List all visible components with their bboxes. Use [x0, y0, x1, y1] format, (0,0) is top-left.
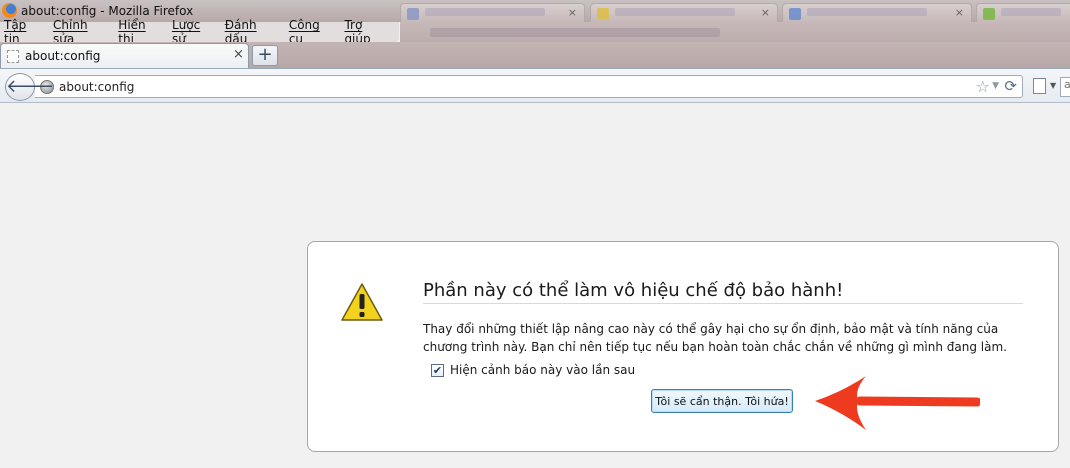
tab-about-config[interactable]: about:config ×	[0, 43, 249, 68]
tab-label-blurred	[1001, 8, 1061, 16]
blurred-text	[430, 28, 720, 37]
background-tab[interactable]: ×	[590, 3, 778, 23]
search-input[interactable]: a	[1060, 77, 1070, 97]
back-arrow-icon: 🡐	[6, 76, 55, 97]
url-text[interactable]: about:config	[59, 80, 134, 94]
confirm-careful-button[interactable]: Tôi sẽ cẩn thận. Tôi hứa!	[651, 389, 793, 413]
close-icon[interactable]: ×	[568, 6, 577, 19]
tab-favicon-icon	[789, 8, 801, 20]
tab-label-blurred	[425, 8, 545, 16]
page-menu-icon[interactable]	[1033, 78, 1046, 94]
background-window-content	[400, 22, 1070, 42]
new-tab-button[interactable]: +	[252, 45, 278, 66]
back-button[interactable]: 🡐	[5, 73, 54, 101]
tab-label-blurred	[807, 8, 927, 16]
menu-bar: Tập tin Chỉnh sửa Hiển thị Lược sử Đánh …	[0, 18, 399, 46]
warning-icon	[341, 283, 383, 321]
tab-favicon-icon	[983, 8, 995, 20]
divider	[423, 303, 1023, 304]
annotation-arrow-icon	[815, 376, 980, 430]
chevron-down-icon[interactable]: ▼	[1050, 81, 1056, 90]
tab-favicon-icon	[407, 8, 419, 20]
window-title: about:config - Mozilla Firefox	[21, 4, 194, 18]
tab-label-blurred	[615, 8, 735, 16]
background-tab[interactable]: ×	[782, 3, 972, 23]
warning-title: Phần này có thể làm vô hiệu chế độ bảo h…	[423, 280, 844, 301]
warning-description: Thay đổi những thiết lập nâng cao này có…	[423, 322, 1007, 354]
tab-label: about:config	[25, 49, 101, 63]
background-tab[interactable]: ×	[400, 3, 585, 23]
tab-favicon-icon	[597, 8, 609, 20]
blank-page-icon	[7, 50, 19, 63]
url-bar[interactable]: about:config ☆ ▼ ⟳	[35, 75, 1023, 98]
close-icon[interactable]: ×	[761, 6, 770, 19]
background-tab[interactable]	[976, 3, 1070, 23]
firefox-logo-icon	[2, 3, 17, 18]
show-warning-label[interactable]: Hiện cảnh báo này vào lần sau	[450, 363, 635, 377]
bookmark-star-icon[interactable]: ☆	[976, 77, 990, 96]
show-warning-checkbox-row[interactable]: ✔ Hiện cảnh báo này vào lần sau	[431, 363, 635, 377]
close-icon[interactable]: ×	[955, 6, 964, 19]
history-dropdown-icon[interactable]: ▼	[992, 81, 999, 91]
reload-icon[interactable]: ⟳	[1004, 77, 1017, 95]
navigation-toolbar: about:config ☆ ▼ ⟳ 🡐 ▼ a	[0, 68, 1070, 103]
show-warning-checkbox[interactable]: ✔	[431, 363, 444, 377]
close-icon[interactable]: ×	[233, 47, 244, 62]
